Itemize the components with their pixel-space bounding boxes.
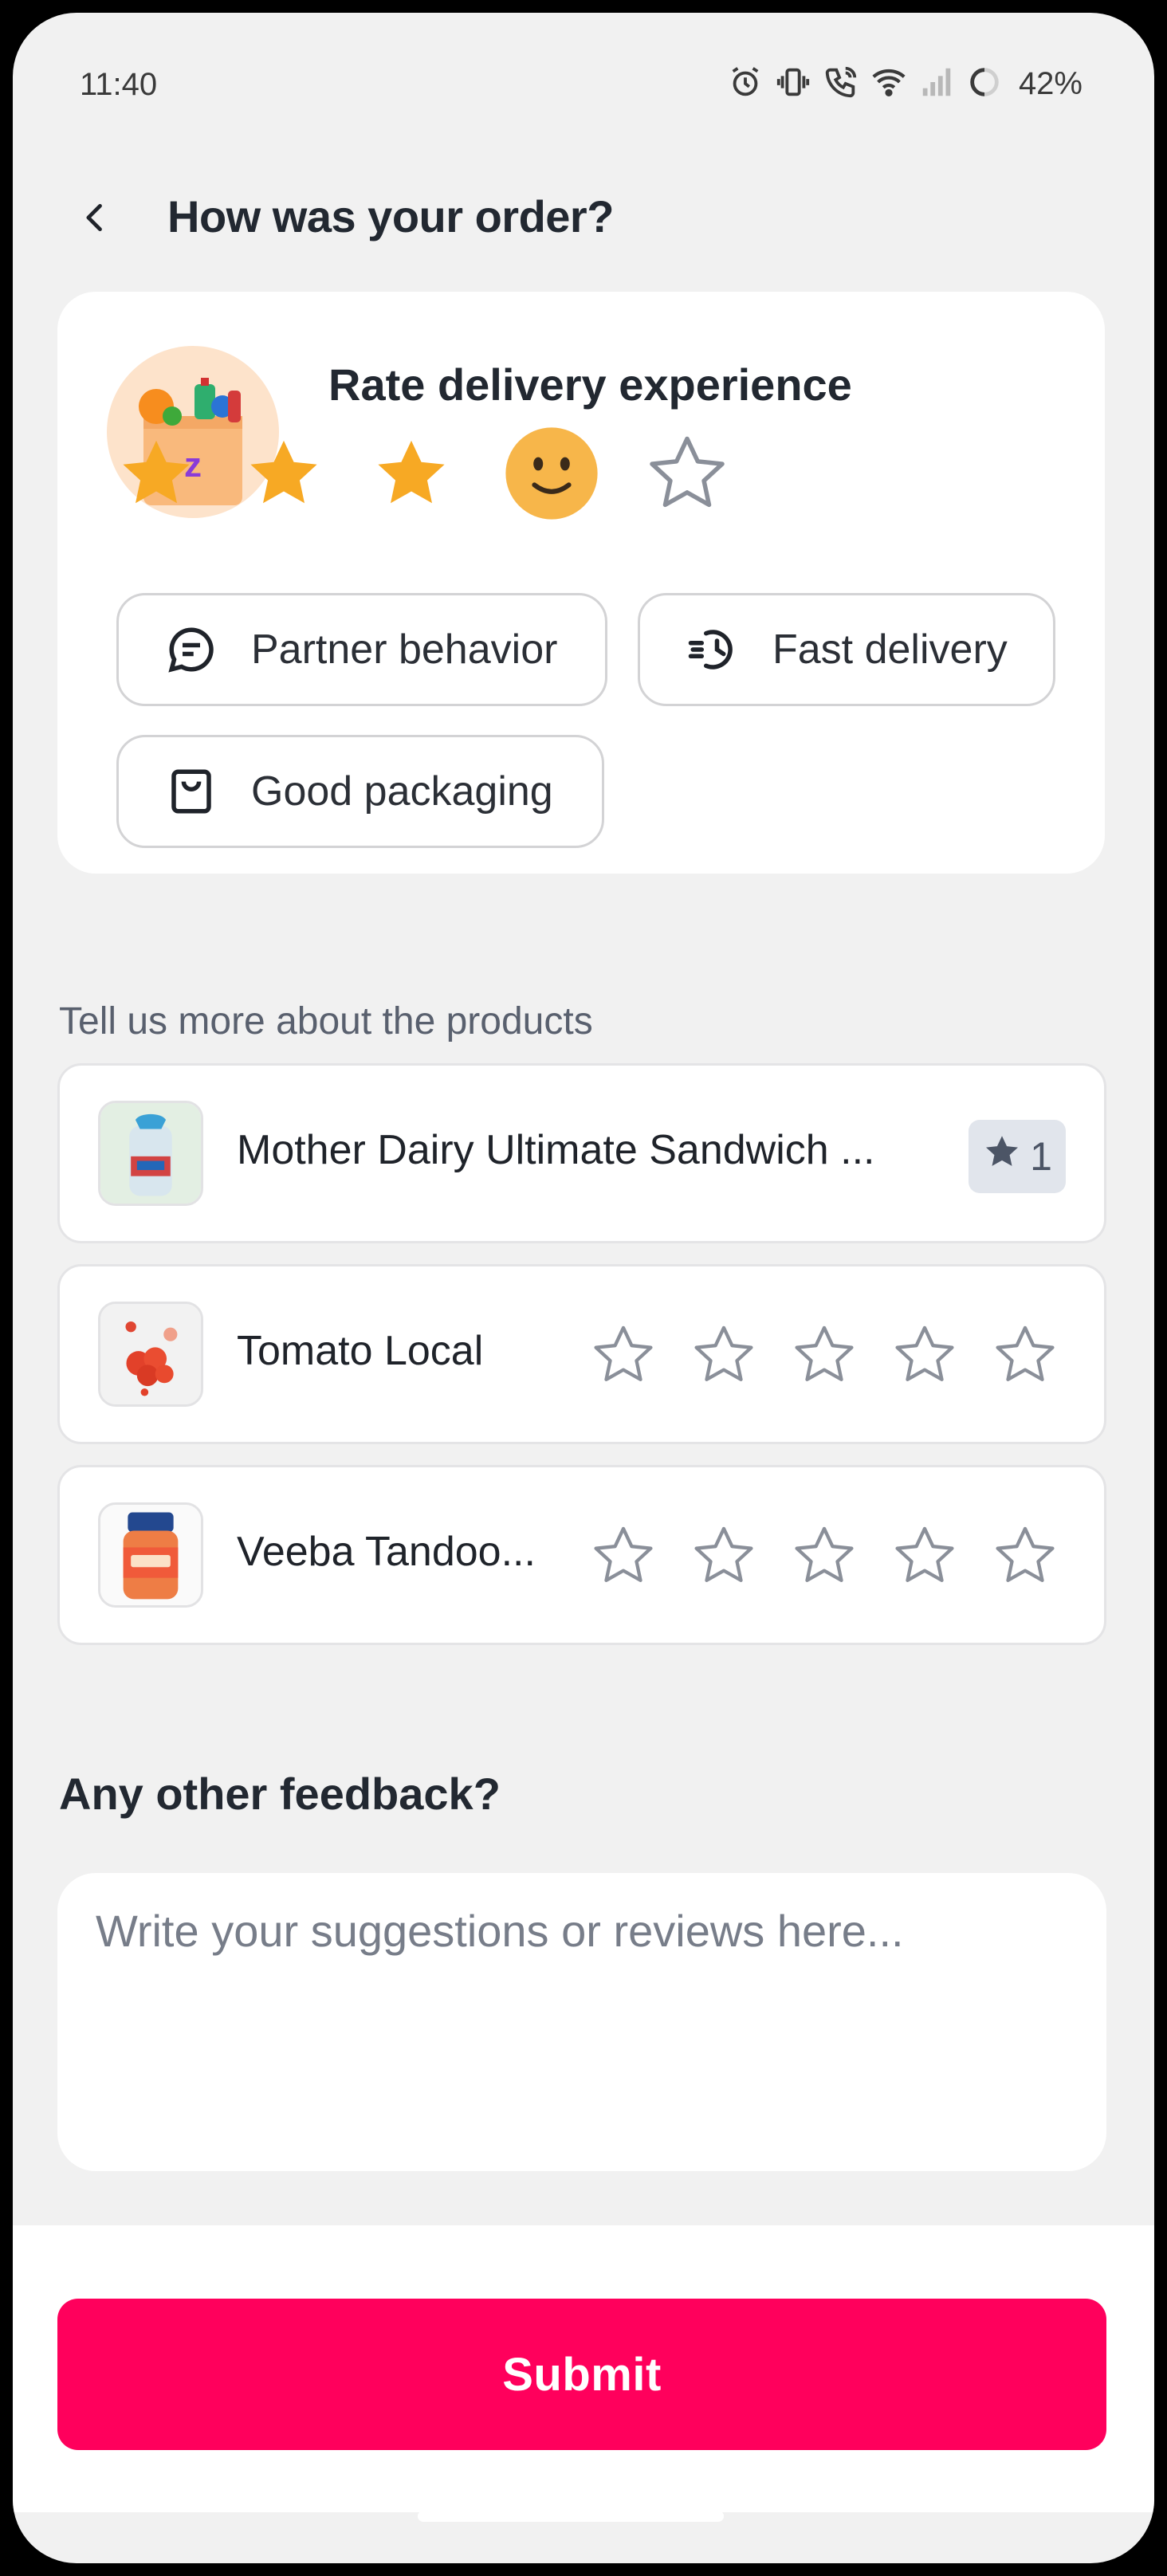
tag-partner-behavior[interactable]: Partner behavior xyxy=(116,593,607,706)
star-outline-icon[interactable] xyxy=(890,1321,959,1393)
star-outline-icon[interactable] xyxy=(790,1522,859,1594)
product-star-rating xyxy=(589,1316,1067,1396)
phone-screen: 11:40 42% How was your order? z Rate del… xyxy=(13,13,1154,2563)
star-icon xyxy=(982,1132,1022,1181)
feedback-box xyxy=(57,1873,1106,2171)
star-outline-icon[interactable] xyxy=(890,1522,959,1594)
star-outline-icon[interactable] xyxy=(690,1522,758,1594)
delivery-star-rating xyxy=(123,418,933,529)
tag-good-packaging[interactable]: Good packaging xyxy=(116,735,604,848)
delivery-rating-title: Rate delivery experience xyxy=(328,359,852,410)
tag-label: Partner behavior xyxy=(251,626,558,673)
home-indicator[interactable] xyxy=(418,2511,724,2522)
product-rating-badge[interactable]: 1 xyxy=(969,1120,1066,1193)
tag-label: Good packaging xyxy=(251,768,553,815)
selected-rating-smiley-icon[interactable] xyxy=(504,426,599,525)
star-outline-icon[interactable] xyxy=(991,1522,1059,1594)
feedback-input[interactable] xyxy=(94,1903,1070,2146)
star-filled-icon[interactable] xyxy=(242,432,325,519)
fast-clock-icon xyxy=(685,622,741,677)
tag-fast-delivery[interactable]: Fast delivery xyxy=(638,593,1055,706)
chat-bubble-icon xyxy=(163,622,219,677)
product-star-rating xyxy=(589,1517,1067,1596)
star-filled-icon[interactable] xyxy=(370,432,453,519)
bag-icon xyxy=(163,764,219,819)
product-thumbnail-bread xyxy=(98,1101,203,1206)
star-outline-icon[interactable] xyxy=(589,1321,658,1393)
battery-icon xyxy=(966,64,1003,104)
product-name: Tomato Local xyxy=(237,1328,484,1374)
star-outline-icon[interactable] xyxy=(589,1522,658,1594)
feedback-title: Any other feedback? xyxy=(59,1769,501,1819)
status-bar: 11:40 42% xyxy=(13,13,1154,132)
product-row: Veeba Tandoo... xyxy=(57,1465,1106,1645)
star-outline-icon[interactable] xyxy=(643,430,731,521)
wifi-call-icon xyxy=(823,64,859,104)
product-thumbnail-tomato xyxy=(98,1302,203,1407)
delivery-rating-card: z Rate delivery experience Partner behav… xyxy=(57,292,1105,874)
vibrate-icon xyxy=(775,64,811,104)
submit-button[interactable]: Submit xyxy=(57,2299,1106,2450)
product-name: Mother Dairy Ultimate Sandwich ... xyxy=(237,1127,875,1173)
status-time: 11:40 xyxy=(80,67,158,102)
star-outline-icon[interactable] xyxy=(690,1321,758,1393)
page-title: How was your order? xyxy=(167,191,614,242)
chevron-left-icon xyxy=(78,200,113,239)
product-thumbnail-sauce-jar xyxy=(98,1502,203,1608)
product-rating-value: 1 xyxy=(1030,1134,1052,1179)
back-button[interactable] xyxy=(64,187,128,251)
signal-icon xyxy=(918,64,955,104)
star-outline-icon[interactable] xyxy=(790,1321,859,1393)
bottom-bar: Submit xyxy=(13,2225,1154,2512)
tag-label: Fast delivery xyxy=(772,626,1008,673)
product-name: Veeba Tandoo... xyxy=(237,1529,536,1575)
alarm-icon xyxy=(727,64,764,104)
battery-percentage: 42% xyxy=(1018,66,1083,101)
product-row: Mother Dairy Ultimate Sandwich ... 1 xyxy=(57,1063,1106,1243)
product-row: Tomato Local xyxy=(57,1264,1106,1444)
header: How was your order? xyxy=(13,168,1154,264)
products-section-label: Tell us more about the products xyxy=(59,1000,593,1043)
wifi-icon xyxy=(870,64,907,104)
star-outline-icon[interactable] xyxy=(991,1321,1059,1393)
status-icons: 42% xyxy=(727,64,1083,104)
star-filled-icon[interactable] xyxy=(115,432,198,519)
